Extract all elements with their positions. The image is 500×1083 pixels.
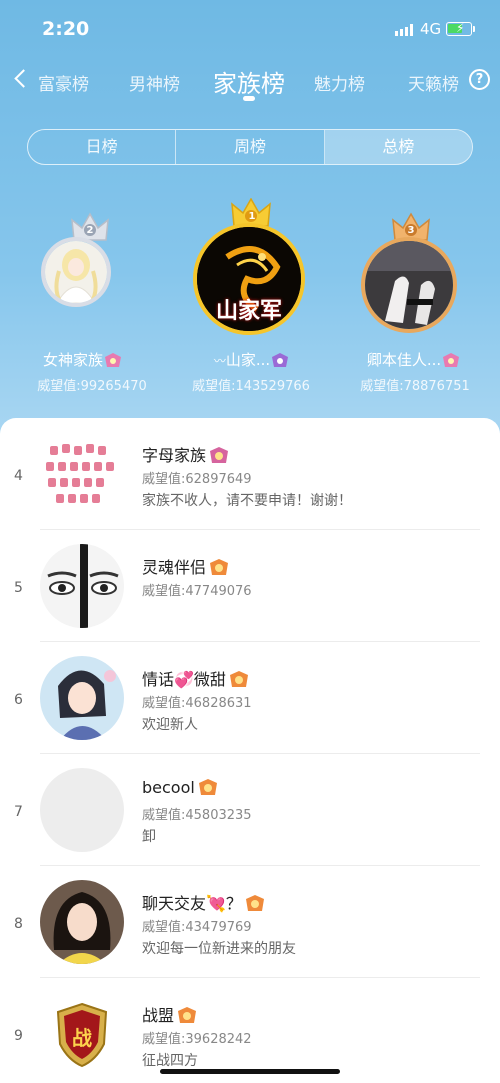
period-total[interactable]: 总榜 xyxy=(324,130,472,164)
level-badge-icon xyxy=(443,353,460,367)
prestige-score: 威望值:43479769 xyxy=(142,920,252,935)
podium-1-score: 威望值:143529766 xyxy=(192,379,310,394)
list-item[interactable]: 6 情话💞微甜 威望值:46828631 欢迎新人 xyxy=(0,642,500,754)
tab-male-god[interactable]: 男神榜 xyxy=(129,70,180,95)
prestige-score: 威望值:47749076 xyxy=(142,584,252,599)
period-daily[interactable]: 日榜 xyxy=(28,130,177,164)
podium-2-name: 女神家族 xyxy=(42,351,103,369)
avatar xyxy=(40,432,124,516)
family-motto: 卸 xyxy=(142,829,156,845)
tab-charm[interactable]: 魅力榜 xyxy=(314,70,365,95)
podium-2-score: 威望值:99265470 xyxy=(37,379,147,394)
podium-2-rank: 2 xyxy=(86,225,94,236)
podium-1-name: 山家... xyxy=(225,351,271,369)
prestige-score: 威望值:46828631 xyxy=(142,696,252,711)
avatar-placeholder xyxy=(40,768,124,852)
list-item[interactable]: 9 战 战盟 威望值:39628242 征战四方 xyxy=(0,978,500,1083)
family-name: 聊天交友💘？ xyxy=(142,894,242,913)
rank-number: 4 xyxy=(14,468,23,484)
avatar xyxy=(361,237,457,333)
level-badge-icon xyxy=(272,353,289,367)
podium-3-name: 卿本佳人... xyxy=(366,351,442,369)
podium-1-rank: 1 xyxy=(248,211,256,222)
decor-icon: 〰 xyxy=(213,354,226,368)
rank-number: 8 xyxy=(14,916,23,932)
status-time: 2:20 xyxy=(42,18,90,40)
family-name: 战盟 xyxy=(142,1006,175,1025)
prestige-score: 威望值:62897649 xyxy=(142,472,252,487)
tab-rich[interactable]: 富豪榜 xyxy=(38,70,89,95)
rank-number: 5 xyxy=(14,580,23,596)
prestige-score: 威望值:39628242 xyxy=(142,1032,252,1047)
podium-3-rank: 3 xyxy=(407,225,415,236)
active-tab-indicator xyxy=(243,96,255,101)
podium-3-score: 威望值:78876751 xyxy=(360,379,470,394)
status-bar: 2:20 4G ⚡ xyxy=(0,0,500,60)
avatar xyxy=(40,544,124,628)
period-weekly[interactable]: 周榜 xyxy=(176,130,325,164)
level-badge-icon xyxy=(105,353,121,367)
prestige-score: 威望值:45803235 xyxy=(142,808,252,823)
family-name: becool xyxy=(142,778,195,797)
level-badge-icon xyxy=(210,559,229,575)
rank-number: 7 xyxy=(14,804,23,820)
list-item[interactable]: 5 灵魂伴侣 威望值:47749076 xyxy=(0,530,500,642)
network-label: 4G xyxy=(420,20,442,38)
family-name: 灵魂伴侣 xyxy=(142,558,207,577)
avatar xyxy=(40,880,124,964)
period-selector: 日榜 周榜 总榜 xyxy=(27,129,473,165)
family-motto: 征战四方 xyxy=(142,1053,198,1069)
signal-icon xyxy=(395,24,415,36)
ranking-list: 4 字母家族 威望值:62897649 家族不收人，请不要申请！谢谢！ 5 灵魂… xyxy=(0,418,500,1083)
help-icon[interactable]: ? xyxy=(469,69,490,90)
family-motto: 欢迎每一位新进来的朋友 xyxy=(142,941,296,957)
tab-voice[interactable]: 天籁榜 xyxy=(408,70,459,95)
avatar xyxy=(41,237,111,307)
tab-family[interactable]: 家族榜 xyxy=(213,64,285,99)
family-logo-text: 战 xyxy=(72,1026,92,1050)
top-nav: 富豪榜 男神榜 家族榜 魅力榜 天籁榜 ? xyxy=(0,60,500,104)
level-badge-icon xyxy=(229,671,248,687)
level-badge-icon xyxy=(178,1007,197,1023)
family-motto: 家族不收人，请不要申请！谢谢！ xyxy=(142,493,352,509)
family-name: 情话💞微甜 xyxy=(142,670,226,689)
rank-number: 9 xyxy=(14,1028,23,1044)
family-motto: 欢迎新人 xyxy=(142,717,198,733)
avatar xyxy=(40,656,124,740)
level-badge-icon xyxy=(210,447,229,463)
family-logo-text: 山家军 xyxy=(215,299,282,324)
avatar: 战 xyxy=(40,992,124,1076)
level-badge-icon xyxy=(198,779,217,795)
rank-number: 6 xyxy=(14,692,23,708)
home-indicator[interactable] xyxy=(160,1069,340,1074)
list-item[interactable]: 8 聊天交友💘？ 威望值:43479769 欢迎每一位新进来的朋友 xyxy=(0,866,500,978)
list-item[interactable]: 4 字母家族 威望值:62897649 家族不收人，请不要申请！谢谢！ xyxy=(0,418,500,530)
list-item[interactable]: 7 becool 威望值:45803235 卸 xyxy=(0,754,500,866)
back-icon[interactable] xyxy=(12,68,32,90)
charging-icon: ⚡ xyxy=(456,21,465,35)
avatar: 山家军 xyxy=(193,223,305,335)
family-name: 字母家族 xyxy=(142,446,207,465)
level-badge-icon xyxy=(245,895,264,911)
